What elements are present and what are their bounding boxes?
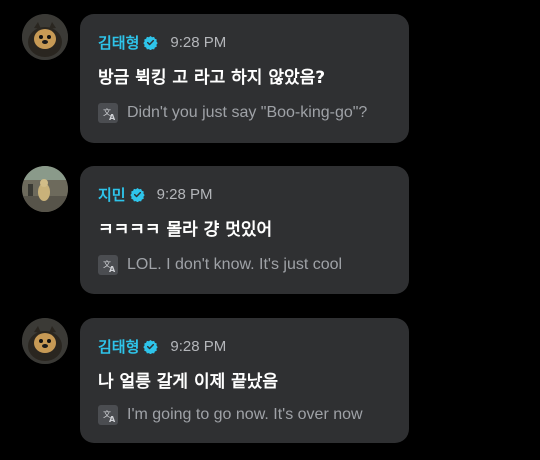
svg-text:A: A [109, 113, 116, 122]
avatar[interactable] [22, 166, 68, 212]
message-bubble: 김태형 9:28 PM 방금 뷕킹 고 라고 하지 않았음? 文 A Didn'… [80, 14, 409, 143]
translation-text: Didn't you just say "Boo-king-go"? [127, 104, 368, 121]
timestamp: 9:28 PM [170, 337, 227, 355]
message-header: 김태형 9:28 PM [98, 335, 226, 357]
message-header: 김태형 9:28 PM [98, 31, 226, 53]
svg-text:A: A [109, 415, 116, 424]
verified-badge-icon [129, 187, 145, 202]
timestamp: 9:28 PM [156, 185, 213, 203]
author-name[interactable]: 지민 [98, 184, 126, 205]
translate-icon: 文 A [98, 405, 118, 425]
verified-badge-icon [143, 339, 159, 354]
message-bubble: 김태형 9:28 PM 나 얼릉 갈게 이제 끝났음 文 A I'm going… [80, 318, 409, 443]
translate-icon: 文 A [98, 255, 118, 275]
message-bubble: 지민 9:28 PM ㅋㅋㅋㅋ 몰라 걍 멋있어 文 A LOL. I don'… [80, 166, 409, 294]
translation-row: 文 A I'm going to go now. It's over now [98, 404, 363, 426]
avatar[interactable] [22, 14, 68, 60]
translation-text: LOL. I don't know. It's just cool [127, 256, 343, 273]
avatar[interactable] [22, 318, 68, 364]
message-header: 지민 9:28 PM [98, 183, 212, 205]
translate-icon: 文 A [98, 103, 118, 123]
message-text: ㅋㅋㅋㅋ 몰라 걍 멋있어 [98, 220, 273, 240]
translation-row: 文 A Didn't you just say "Boo-king-go"? [98, 102, 367, 124]
message-text: 나 얼릉 갈게 이제 끝났음 [98, 372, 279, 392]
message-feed: 김태형 9:28 PM 방금 뷕킹 고 라고 하지 않았음? 文 A Didn'… [0, 0, 540, 460]
timestamp: 9:28 PM [170, 33, 227, 51]
translation-text: I'm going to go now. It's over now [127, 406, 363, 423]
author-name[interactable]: 김태형 [98, 32, 139, 53]
author-name[interactable]: 김태형 [98, 336, 139, 357]
message-text: 방금 뷕킹 고 라고 하지 않았음? [98, 68, 326, 88]
svg-text:A: A [109, 265, 116, 274]
verified-badge-icon [143, 35, 159, 50]
translation-row: 文 A LOL. I don't know. It's just cool [98, 254, 342, 276]
